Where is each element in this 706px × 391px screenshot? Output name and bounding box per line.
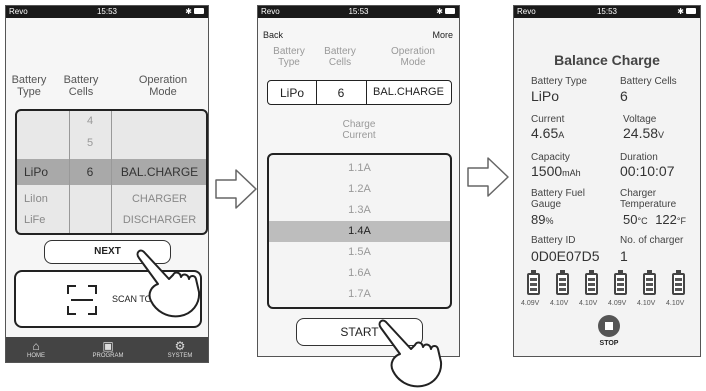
header-battery-type: Battery Type <box>11 74 47 98</box>
stop-button[interactable] <box>598 315 620 337</box>
cell-voltage: 4.09V <box>608 300 627 307</box>
mode-selected[interactable]: BAL.CHARGE <box>111 165 206 179</box>
charger-temp-label: Charger Temperature <box>620 188 677 210</box>
status-bar: Revo 15:53 ✱ <box>258 6 459 18</box>
charger-no-label: No. of charger <box>620 235 684 246</box>
cell-voltage: 4.10V <box>637 300 656 307</box>
header-operation-mode: Operation Mode <box>391 46 435 68</box>
page-title: Balance Charge <box>554 52 660 68</box>
stop-icon <box>605 322 613 330</box>
cell-voltage: 4.10V <box>579 300 598 307</box>
header-battery-type: Battery Type <box>273 46 305 68</box>
type-selected[interactable]: LiPo <box>24 165 48 179</box>
bluetooth-battery-icon: ✱ <box>185 6 204 18</box>
cell-voltage: 4.10V <box>550 300 569 307</box>
phone-screen-current-select: Revo 15:53 ✱ Back More Battery Type Batt… <box>257 5 460 357</box>
current-option-selected[interactable]: 1.4A <box>269 221 450 242</box>
program-icon: ▣ <box>102 339 114 353</box>
current-option[interactable]: 1.1A <box>269 158 450 179</box>
bluetooth-battery-icon: ✱ <box>436 6 455 18</box>
charger-temp-value: 50°C 122°F <box>623 212 687 227</box>
cells-option[interactable]: 5 <box>69 137 111 149</box>
header-battery-cells: Battery Cells <box>63 74 99 98</box>
battery-cells-label: Battery Cells <box>620 76 677 87</box>
duration-value: 00:10:07 <box>620 163 675 179</box>
program-picker[interactable]: 4 5 LiPo 6 BAL.CHARGE LiIon LiFe CHARGER… <box>15 109 208 235</box>
battery-id-label: Battery ID <box>531 235 576 246</box>
current-option[interactable]: 1.7A <box>269 284 450 305</box>
qr-scan-icon <box>67 285 97 315</box>
phone-screen-program-select: Revo 15:53 ✱ Battery Type Battery Cells … <box>5 5 209 363</box>
cell-battery-icon <box>643 270 656 295</box>
bluetooth-battery-icon: ✱ <box>677 6 696 18</box>
battery-cells-value: 6 <box>620 88 628 104</box>
charge-current-list[interactable]: 1.1A 1.2A 1.3A 1.4A 1.5A 1.6A 1.7A <box>267 153 452 309</box>
duration-label: Duration <box>620 152 658 163</box>
current-option[interactable]: 1.2A <box>269 179 450 200</box>
home-icon: ⌂ <box>32 339 40 353</box>
current-value: 4.65A <box>531 125 565 141</box>
tab-bar: ⌂ HOME ▣ PROGRAM ⚙ SYSTEM <box>6 337 208 362</box>
stop-label: STOP <box>599 340 619 347</box>
status-bar: Revo 15:53 ✱ <box>514 6 700 18</box>
capacity-label: Capacity <box>531 152 570 163</box>
header-operation-mode: Operation Mode <box>138 74 188 98</box>
pointing-hand-icon <box>378 319 443 388</box>
cell-voltage: 4.09V <box>521 300 540 307</box>
selected-cells: 6 <box>337 86 345 100</box>
selected-program-box: LiPo 6 BAL.CHARGE <box>267 80 452 105</box>
back-button[interactable]: Back <box>263 30 283 40</box>
battery-id-value: 0D0E07D5 <box>531 248 600 264</box>
header-battery-cells: Battery Cells <box>324 46 356 68</box>
selected-mode: BAL.CHARGE <box>373 86 444 98</box>
arrow-right-icon <box>467 157 509 197</box>
fuel-gauge-label: Battery Fuel Gauge <box>531 188 585 210</box>
voltage-label: Voltage <box>623 114 657 125</box>
voltage-value: 24.58V <box>623 125 665 141</box>
arrow-right-icon <box>215 169 257 209</box>
capacity-value: 1500mAh <box>531 163 581 179</box>
gear-icon: ⚙ <box>174 339 186 353</box>
current-option[interactable]: 1.6A <box>269 263 450 284</box>
cells-option[interactable]: 4 <box>69 115 111 127</box>
mode-option[interactable]: DISCHARGER <box>111 214 206 226</box>
mode-option[interactable]: CHARGER <box>111 193 206 205</box>
tab-system[interactable]: ⚙ SYSTEM <box>150 337 208 359</box>
battery-type-value: LiPo <box>531 88 560 104</box>
cell-battery-icon <box>556 270 569 295</box>
cell-battery-icon <box>672 270 685 295</box>
fuel-gauge-value: 89% <box>531 212 554 227</box>
cells-selected[interactable]: 6 <box>69 165 111 179</box>
cell-battery-icon <box>527 270 540 295</box>
more-button[interactable]: More <box>432 30 453 40</box>
selected-type: LiPo <box>279 86 305 100</box>
cell-battery-icon <box>585 270 598 295</box>
cell-voltage: 4.10V <box>666 300 685 307</box>
current-option[interactable]: 1.3A <box>269 200 450 221</box>
tab-home[interactable]: ⌂ HOME <box>6 337 66 359</box>
type-option[interactable]: LiFe <box>24 214 45 226</box>
cell-battery-icon <box>614 270 627 295</box>
battery-type-label: Battery Type <box>531 76 587 87</box>
phone-screen-balance-charge: Revo 15:53 ✱ Balance Charge Battery Type… <box>513 5 701 357</box>
current-label: Current <box>531 114 565 125</box>
status-bar: Revo 15:53 ✱ <box>6 6 208 18</box>
type-option[interactable]: LiIon <box>24 193 48 205</box>
charge-current-label: Charge Current <box>342 119 376 141</box>
charger-no-value: 1 <box>620 248 628 264</box>
status-time: 15:53 <box>96 7 118 16</box>
tab-program[interactable]: ▣ PROGRAM <box>78 337 138 359</box>
current-option[interactable]: 1.5A <box>269 242 450 263</box>
pointing-hand-icon <box>136 249 201 318</box>
